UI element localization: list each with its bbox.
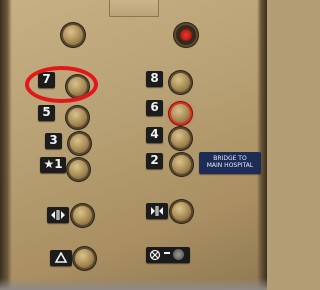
floor-4-button[interactable]	[171, 129, 190, 148]
door-open-button[interactable]	[73, 206, 92, 225]
floor-8-label: 8	[146, 71, 163, 87]
emergency-phone-plate	[146, 247, 190, 263]
floor-8-button[interactable]	[171, 73, 190, 92]
alarm-bell-icon	[54, 252, 68, 263]
panel-edge-right	[257, 0, 267, 290]
elevator-panel: 7 5 3 ★1 8 6 4 2 BRIDGE TO MAIN HOSPITAL	[0, 0, 267, 290]
floor-3-button[interactable]	[70, 134, 89, 153]
bridge-sign-line1: BRIDGE TO	[213, 155, 247, 162]
panel-edge-left	[0, 0, 12, 290]
floor-5-button[interactable]	[68, 108, 87, 127]
highlight-circle-floor-7	[25, 66, 98, 103]
door-close-label	[146, 203, 168, 219]
fire-service-key-icon[interactable]	[63, 25, 83, 45]
floor-6-label: 6	[146, 100, 163, 116]
floor-2-label: 2	[146, 153, 163, 169]
floor-6-button[interactable]	[171, 104, 190, 123]
emergency-dash	[164, 252, 170, 254]
panel-seam	[109, 0, 159, 17]
floor-1-label: ★1	[40, 157, 66, 173]
alarm-bell-button[interactable]	[75, 249, 94, 268]
emergency-phone-icon	[149, 249, 161, 261]
floor-1-button[interactable]	[69, 160, 88, 179]
door-close-button[interactable]	[172, 202, 191, 221]
door-open-icon	[51, 210, 65, 220]
floor-2-button[interactable]	[172, 155, 191, 174]
floor-3-label: 3	[45, 133, 62, 149]
floor-4-label: 4	[146, 127, 163, 143]
bridge-sign: BRIDGE TO MAIN HOSPITAL	[199, 152, 261, 174]
panel-bottom	[0, 278, 267, 290]
emergency-indicator-button[interactable]	[176, 25, 196, 45]
floor-5-label: 5	[38, 105, 55, 121]
door-close-icon	[151, 206, 163, 216]
speaker-grille	[173, 249, 184, 260]
alarm-bell-label	[50, 250, 72, 266]
door-open-label	[47, 207, 69, 223]
bridge-sign-line2: MAIN HOSPITAL	[206, 162, 254, 169]
